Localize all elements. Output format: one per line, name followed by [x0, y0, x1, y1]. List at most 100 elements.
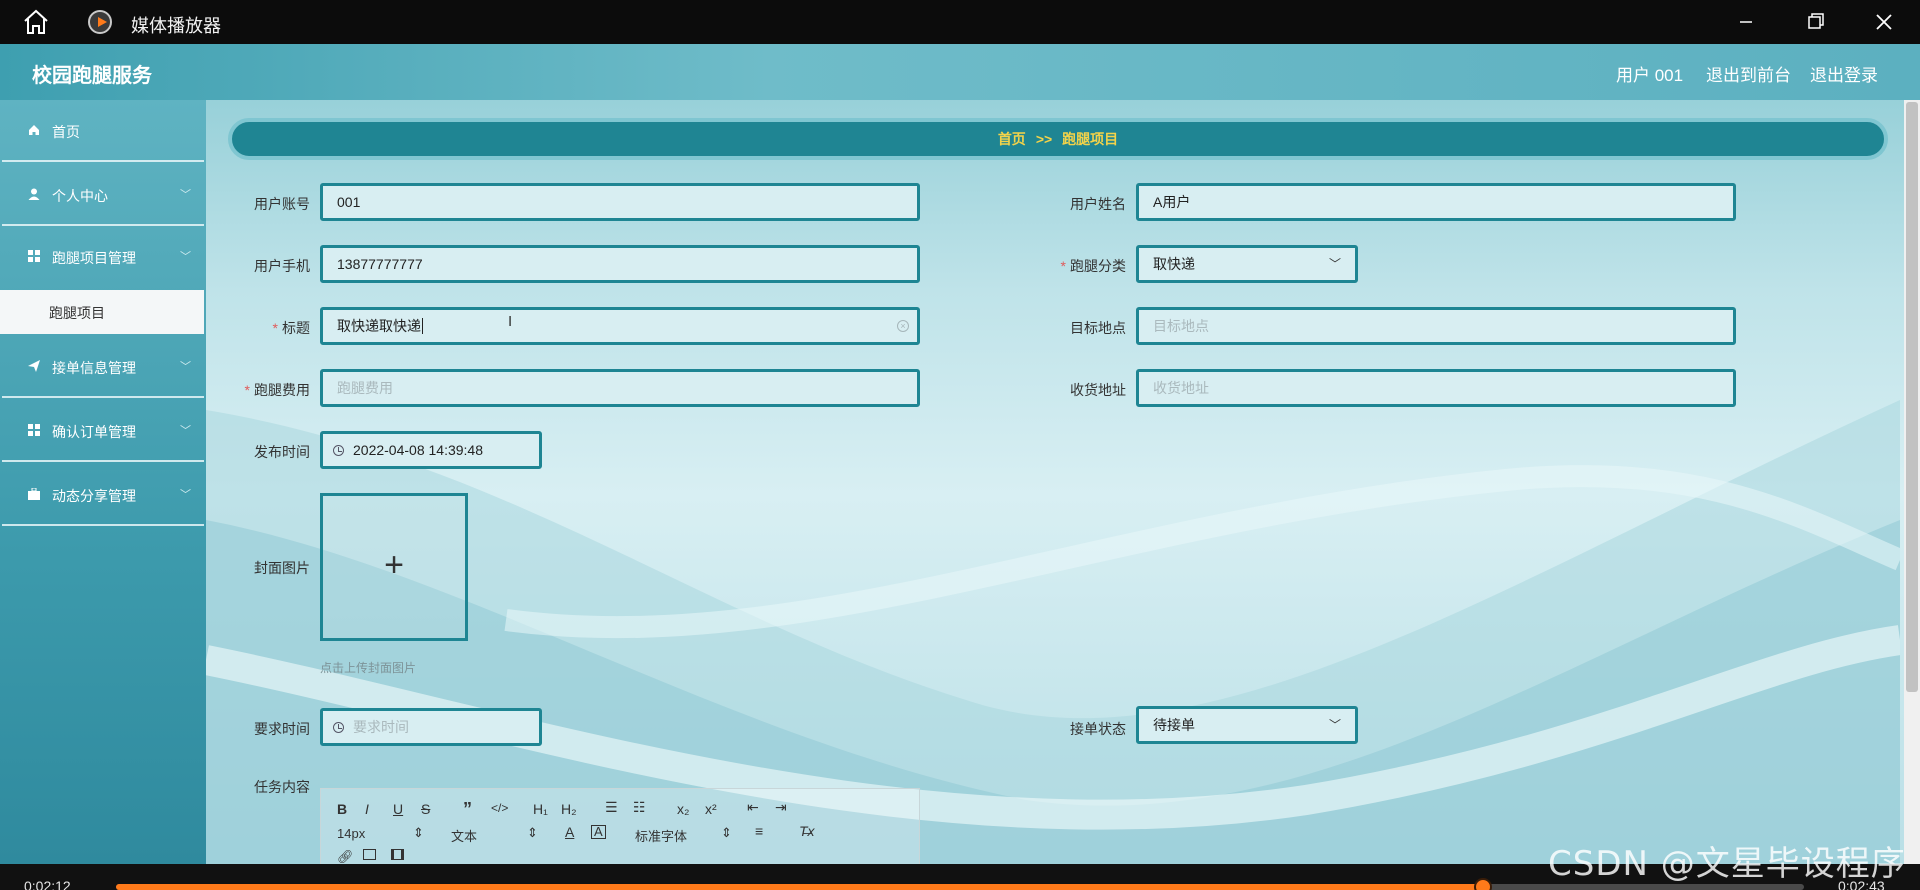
required-mark: *	[272, 320, 278, 336]
fee-input[interactable]: 跑腿费用	[320, 369, 920, 407]
publish-time-picker[interactable]: 2022-04-08 14:39:48	[320, 431, 542, 469]
updown-icon: ⇕	[527, 825, 538, 840]
title-input-value: 取快递取快递	[337, 318, 421, 334]
italic-icon[interactable]: I	[365, 801, 369, 817]
require-time-picker[interactable]: 要求时间	[320, 708, 542, 746]
sidebar-subitem-errand-project[interactable]: 跑腿项目	[0, 290, 204, 334]
category-label: * 跑腿分类	[1036, 256, 1126, 276]
breadcrumb-separator: >>	[1035, 131, 1053, 147]
clock-icon	[333, 722, 344, 733]
chevron-down-icon: ﹀	[180, 189, 191, 201]
subscript-icon[interactable]: x₂	[677, 801, 689, 817]
target-input[interactable]: 目标地点	[1136, 307, 1736, 345]
sidebar-subitem-label: 跑腿项目	[49, 305, 105, 321]
category-select[interactable]: 取快递 ﹀	[1136, 245, 1358, 283]
strikethrough-icon[interactable]: S	[421, 801, 430, 817]
bullet-list-icon[interactable]: ☷	[633, 799, 646, 816]
progress-handle[interactable]	[1474, 878, 1493, 890]
close-icon[interactable]	[1866, 8, 1902, 36]
video-icon[interactable]	[391, 849, 404, 860]
restore-icon[interactable]	[1797, 8, 1833, 36]
rich-text-editor: B I U S ” </> H₁ H₂ ☰ ☷ x₂ x² ⇤ ⇥ 14px ⇕…	[320, 788, 920, 864]
name-input[interactable]: A用户	[1136, 183, 1736, 221]
plus-icon: +	[384, 546, 404, 584]
home-icon	[28, 124, 40, 136]
status-select[interactable]: 待接单 ﹀	[1136, 706, 1358, 744]
code-block-icon[interactable]: </>	[491, 801, 508, 815]
grid-icon	[28, 250, 40, 262]
sidebar-item-share-management[interactable]: 动态分享管理 ﹀	[0, 464, 206, 526]
sidebar-item-label: 确认订单管理	[52, 424, 136, 440]
heading1-icon[interactable]: H₁	[533, 801, 548, 817]
main-content: 首页 >> 跑腿项目 用户账号 001 用户姓名 A用户 用户手机 13877777…	[206, 100, 1900, 864]
account-input[interactable]: 001	[320, 183, 920, 221]
sidebar-item-label: 个人中心	[52, 188, 108, 204]
address-input[interactable]: 收货地址	[1136, 369, 1736, 407]
font-size-select[interactable]: 14px	[337, 826, 365, 841]
scrollbar-thumb[interactable]	[1906, 102, 1918, 692]
text-cursor-icon: I	[508, 313, 513, 330]
paragraph-select[interactable]: 文本	[451, 826, 477, 845]
sidebar: 首页 个人中心 ﹀ 跑腿项目管理 ﹀ 跑腿项目 接单信息管理 ﹀ 确认订单管理 …	[0, 100, 206, 864]
publish-time-value: 2022-04-08 14:39:48	[353, 442, 483, 458]
player-title: 媒体播放器	[131, 16, 221, 36]
clear-icon[interactable]: ×	[897, 320, 909, 332]
font-family-select[interactable]: 标准字体	[635, 826, 687, 845]
chevron-down-icon: ﹀	[180, 489, 191, 501]
account-label: 用户账号	[254, 196, 310, 212]
phone-input[interactable]: 13877777777	[320, 245, 920, 283]
exit-to-front-link[interactable]: 退出到前台	[1706, 61, 1791, 86]
current-time: 0:02:12	[24, 878, 71, 890]
cover-upload-box[interactable]: +	[320, 493, 468, 641]
required-mark: *	[244, 382, 250, 398]
align-icon[interactable]: ≡	[755, 823, 763, 839]
superscript-icon[interactable]: x²	[705, 801, 717, 817]
task-content-label: 任务内容	[254, 779, 310, 795]
watermark: CSDN @文星毕设程序	[1548, 844, 1906, 884]
user-icon	[28, 188, 40, 200]
ordered-list-icon[interactable]: ☰	[605, 799, 618, 816]
title-label-text: 标题	[282, 320, 310, 336]
sidebar-item-label: 跑腿项目管理	[52, 250, 136, 266]
category-label-text: 跑腿分类	[1070, 258, 1126, 274]
title-label: * 标题	[220, 318, 310, 338]
cover-label: 封面图片	[254, 560, 310, 576]
minimize-icon[interactable]	[1728, 8, 1764, 36]
sidebar-item-order-info-management[interactable]: 接单信息管理 ﹀	[0, 336, 206, 398]
title-input[interactable]: 取快递取快递 ×	[320, 307, 920, 345]
sidebar-item-confirm-order-management[interactable]: 确认订单管理 ﹀	[0, 400, 206, 462]
media-player-logo-icon	[88, 10, 112, 34]
breadcrumb-home[interactable]: 首页	[998, 131, 1026, 147]
font-color-icon[interactable]: A	[565, 824, 574, 840]
required-mark: *	[1060, 258, 1066, 274]
heading2-icon[interactable]: H₂	[561, 801, 577, 817]
home-icon[interactable]	[22, 9, 50, 35]
divider	[2, 524, 204, 526]
name-label: 用户姓名	[1070, 196, 1126, 212]
sidebar-item-home[interactable]: 首页	[0, 100, 206, 162]
progress-fill	[116, 884, 1484, 890]
status-selected-value: 待接单	[1153, 717, 1195, 733]
blockquote-icon[interactable]: ”	[463, 799, 472, 820]
link-icon[interactable]: 🔗︎	[337, 849, 354, 864]
underline-icon[interactable]: U	[393, 801, 403, 817]
outdent-icon[interactable]: ⇤	[747, 799, 759, 816]
indent-icon[interactable]: ⇥	[775, 799, 787, 816]
bold-icon[interactable]: B	[337, 801, 347, 817]
app-brand: 校园跑腿服务	[32, 65, 152, 87]
fee-label: * 跑腿费用	[220, 380, 310, 400]
publish-time-label: 发布时间	[254, 444, 310, 460]
clear-format-icon[interactable]: T̶x	[799, 823, 815, 839]
divider	[2, 396, 204, 398]
scrollbar[interactable]	[1904, 100, 1920, 864]
updown-icon: ⇕	[721, 825, 732, 840]
clock-icon	[333, 445, 344, 456]
text-caret	[422, 318, 423, 334]
breadcrumb: 首页 >> 跑腿项目	[228, 118, 1888, 160]
image-icon[interactable]	[363, 849, 376, 860]
chevron-down-icon: ﹀	[1328, 257, 1341, 271]
sidebar-item-personal-center[interactable]: 个人中心 ﹀	[0, 164, 206, 226]
logout-link[interactable]: 退出登录	[1810, 61, 1878, 86]
background-color-icon[interactable]: A	[591, 825, 606, 839]
sidebar-item-errand-project-management[interactable]: 跑腿项目管理 ﹀	[0, 226, 206, 288]
